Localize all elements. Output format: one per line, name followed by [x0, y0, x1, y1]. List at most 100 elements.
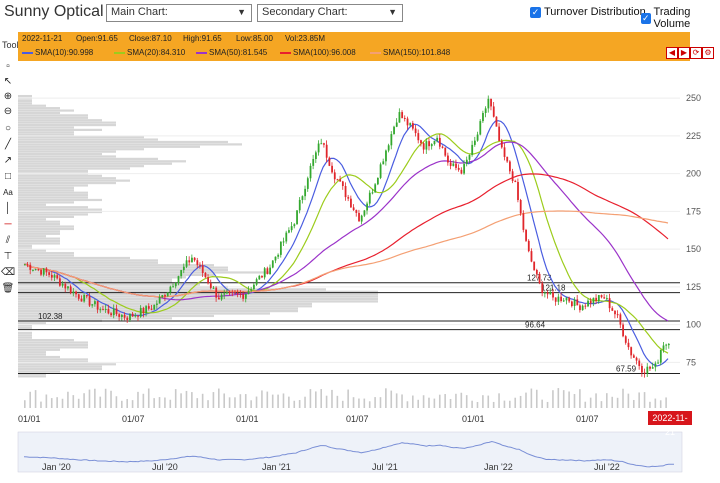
histogram-bar: [18, 155, 116, 158]
histogram-bar: [18, 252, 74, 255]
histogram-bar: [18, 341, 88, 344]
histogram-bar: [18, 94, 32, 98]
y-tick-label: 100: [686, 320, 701, 330]
histogram-bar: [18, 169, 88, 173]
histogram-bar: [18, 126, 74, 129]
candle-body: [328, 157, 331, 166]
candle-body: [579, 305, 581, 311]
candle-body: [118, 314, 121, 317]
candle-body: [635, 357, 638, 361]
volume-bar: [158, 397, 161, 408]
candle-body: [627, 342, 630, 348]
candle-body: [576, 299, 579, 306]
histogram-bar: [18, 208, 102, 211]
candle-body: [624, 336, 627, 343]
candle-body: [412, 123, 414, 129]
histogram-bar: [18, 326, 32, 330]
volume-bar: [530, 388, 533, 408]
candle-body: [422, 143, 425, 150]
volume-bar: [401, 394, 403, 408]
candle-body: [32, 269, 34, 271]
histogram-bar: [18, 353, 46, 356]
volume-bar: [29, 391, 31, 408]
histogram-bar: [18, 261, 158, 264]
candle-body: [126, 317, 129, 321]
volume-bar: [142, 393, 145, 408]
candle-body: [290, 226, 293, 231]
candle-body: [430, 144, 433, 147]
histogram-bar: [18, 259, 158, 262]
navigator-window: [17, 431, 683, 473]
volume-bar: [606, 393, 608, 408]
candle-body: [484, 108, 487, 113]
volume-bar: [557, 388, 560, 408]
histogram-bar: [18, 232, 60, 235]
candle-body: [59, 278, 61, 286]
volume-bar: [541, 399, 543, 408]
candle-body: [420, 140, 422, 144]
volume-bar: [293, 400, 296, 408]
histogram-bar: [18, 174, 102, 177]
volume-bar: [325, 395, 328, 408]
volume-bars: [24, 388, 667, 408]
histogram-bar: [18, 256, 130, 260]
histogram-bar: [18, 220, 60, 223]
candle-body: [253, 284, 255, 290]
histogram-bar: [18, 121, 116, 124]
candle-body: [668, 344, 670, 346]
candle-body: [374, 184, 377, 193]
volume-bar: [433, 398, 436, 408]
candle-body: [96, 301, 99, 310]
candle-body: [492, 106, 495, 117]
volume-bar: [600, 401, 603, 408]
candle-body: [503, 147, 506, 157]
candle-body: [180, 270, 183, 277]
candle-body: [150, 308, 153, 310]
volume-bar: [395, 393, 398, 408]
candle-body: [457, 167, 460, 170]
volume-bar: [460, 392, 463, 408]
candle-body: [274, 256, 277, 261]
histogram-bar: [18, 191, 88, 194]
candle-body: [363, 210, 366, 216]
volume-bar: [519, 395, 522, 408]
navigator[interactable]: Jan '20 Jul '20 Jan '21 Jul '21 Jan '22 Jul '…: [17, 431, 683, 473]
volume-bar: [34, 390, 37, 408]
candle-body: [226, 292, 228, 294]
candle-body: [83, 294, 86, 302]
candle-body: [123, 314, 126, 318]
candle-body: [659, 349, 662, 363]
candle-body: [67, 286, 69, 289]
candle-body: [220, 294, 223, 300]
candle-body: [247, 290, 250, 294]
candle-body: [570, 301, 573, 307]
candle-body: [231, 292, 234, 294]
histogram-bar: [18, 131, 74, 134]
candle-body: [236, 293, 239, 295]
histogram-bar: [18, 167, 130, 170]
y-axis: 250 225 200 175 150 125 100 75: [686, 93, 701, 367]
histogram-bar: [18, 102, 32, 105]
histogram-bar: [18, 116, 88, 119]
volume-bar: [422, 395, 425, 408]
candle-body: [616, 314, 619, 316]
candle-body: [26, 264, 29, 266]
candle-body: [417, 133, 420, 141]
candle-body: [193, 257, 196, 261]
volume-bar: [77, 398, 80, 408]
volume-bar: [417, 399, 420, 408]
candle-body: [131, 313, 134, 317]
candle-body: [75, 291, 77, 295]
volume-bar: [492, 401, 495, 408]
candle-body: [142, 307, 145, 314]
histogram-bar: [18, 203, 46, 206]
candle-body: [473, 140, 476, 145]
candle-body: [544, 292, 546, 294]
histogram-bar: [18, 346, 88, 349]
price-chart[interactable]: 127.73121.18102.3896.6467.59 25022520017…: [0, 0, 720, 483]
candle-body: [565, 297, 568, 301]
candle-body: [643, 372, 646, 374]
candle-body: [255, 279, 258, 285]
candle-body: [50, 274, 53, 278]
candle-body: [188, 260, 191, 263]
